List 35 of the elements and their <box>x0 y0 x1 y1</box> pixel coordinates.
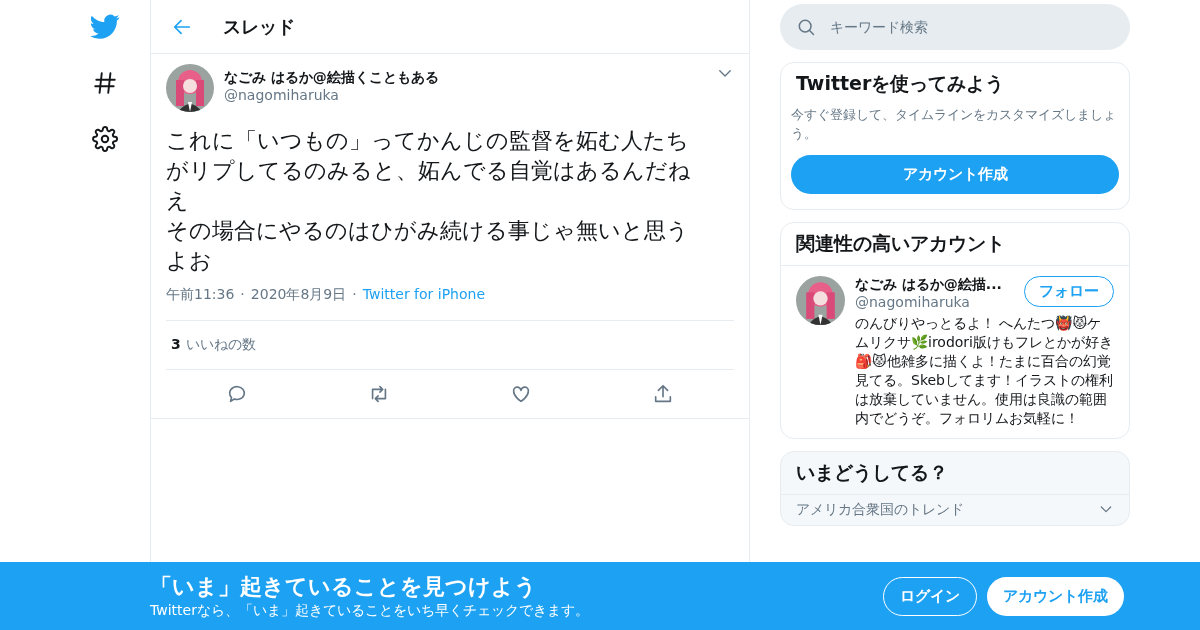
avatar[interactable] <box>166 64 214 112</box>
search-field[interactable]: キーワード検索 <box>780 4 1130 50</box>
follow-button[interactable]: フォロー <box>1024 276 1114 307</box>
card-title: 関連性の高いアカウント <box>781 223 1129 266</box>
banner-title: 「いま」起きていることを見つけよう <box>150 573 538 601</box>
separator-dot: · <box>240 286 245 304</box>
tweet-time: 午前11:36 <box>166 286 235 304</box>
source-link[interactable]: Twitter for iPhone <box>362 286 486 304</box>
like-count: 3 <box>171 336 181 354</box>
tweet-date: 2020年8月9日 <box>250 286 347 304</box>
card-title: Twitterを使ってみよう <box>795 71 1006 96</box>
reply-icon[interactable] <box>226 383 248 405</box>
search-icon[interactable] <box>796 17 816 37</box>
share-icon[interactable] <box>652 383 674 405</box>
create-account-button[interactable]: アカウント作成 <box>987 576 1124 616</box>
separator-dot: · <box>352 286 357 304</box>
account-handle[interactable]: @nagomiharuka <box>855 294 1002 310</box>
user-name[interactable]: なごみ はるか@絵描くこともある <box>224 69 706 87</box>
user-handle[interactable]: @nagomiharuka <box>224 87 706 103</box>
hashtag-icon[interactable] <box>92 70 118 96</box>
create-account-button[interactable]: アカウント作成 <box>791 155 1119 194</box>
tweet-text: これに「いつもの」ってかんじの監督を妬む人たちがリプしてるのみると、妬んでる自覚はあるんだねえ <box>166 127 692 215</box>
page-title: スレッド <box>223 14 295 39</box>
account-name[interactable]: なごみ はるか@絵描... <box>855 276 1002 294</box>
like-label[interactable]: いいねの数 <box>185 336 256 354</box>
tweet-text: その場合にやるのはひがみ続ける事じゃ無いと思うよお <box>166 217 690 275</box>
heart-icon[interactable] <box>510 383 532 405</box>
signup-text: 今すぐ登録して、タイムラインをカスタマイズしましょう。 <box>791 106 1117 143</box>
trends-subtitle: アメリカ合衆国のトレンド <box>796 501 964 519</box>
avatar[interactable] <box>796 276 845 325</box>
settings-icon[interactable] <box>92 126 118 152</box>
bird-logo-icon[interactable] <box>90 14 120 40</box>
banner-text: Twitterなら、「いま」起きていることをいち早くチェックできます。 <box>150 602 590 620</box>
account-bio: のんびりやっとるよ！ へんたつ👹😾ケムリクサ🌿irodori版けもフレとかが好き🎒😾他雑多に描くよ！たまに百合の幻覚見てる。Skebしてます！イラストの権利は放棄していません。使用は良識の範囲内でどうぞ。フォロリムお気軽に！ <box>855 314 1114 428</box>
card-title: いまどうしてる？ <box>795 460 949 485</box>
